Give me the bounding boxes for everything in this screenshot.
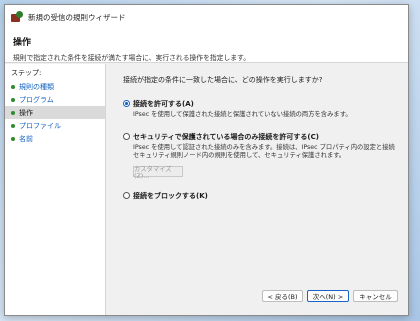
step-action[interactable]: 操作	[5, 106, 105, 119]
steps-panel: ステップ: 規則の種類 プログラム 操作 プロファイル 名前	[5, 64, 106, 315]
wizard-footer: < 戻る(B) 次へ(N) > キャンセル	[262, 290, 398, 302]
option-block-label[interactable]: 接続をブロックする(K)	[133, 191, 408, 201]
steps-label: ステップ:	[11, 69, 42, 77]
option-allow[interactable]: 接続を許可する(A) IPsec を使用して保護された接続と保護されていない接続…	[123, 99, 408, 119]
option-allow-secure-description-1: IPsec を使用して認証された接続のみを含みます。接続は、IPsec プロパテ…	[133, 144, 395, 151]
option-allow-label[interactable]: 接続を許可する(A)	[133, 99, 408, 109]
step-label: プロファイル	[19, 121, 61, 130]
back-button[interactable]: < 戻る(B)	[262, 290, 303, 302]
step-profile[interactable]: プロファイル	[5, 119, 105, 132]
page-description: 規則で指定された条件を接続が満たす場合に、実行される操作を指定します。	[13, 54, 251, 62]
option-allow-secure-description-2: セキュリティ規則ノード内の規則を使用して、セキュリティ保護されます。	[133, 152, 346, 159]
wizard-body: ステップ: 規則の種類 プログラム 操作 プロファイル 名前 接続が指定の条件に…	[5, 64, 408, 315]
radio-block[interactable]	[123, 192, 130, 199]
step-bullet-icon	[11, 136, 15, 141]
radio-allow-secure[interactable]	[123, 133, 130, 140]
step-name[interactable]: 名前	[5, 132, 105, 145]
wizard-window: 新規の受信の規則ウィザード 操作 規則で指定された条件を接続が満たす場合に、実行…	[4, 4, 409, 316]
option-allow-secure-label[interactable]: セキュリティで保護されている場合のみ接続を許可する(C)	[133, 132, 408, 142]
customize-button[interactable]: カスタマイズ(Z)...	[133, 166, 183, 180]
firewall-app-icon	[11, 11, 23, 23]
step-bullet-icon	[11, 110, 15, 115]
step-bullet-icon	[11, 97, 15, 102]
option-allow-secure[interactable]: セキュリティで保護されている場合のみ接続を許可する(C) IPsec を使用して…	[123, 132, 408, 160]
option-block[interactable]: 接続をブロックする(K)	[123, 191, 408, 201]
action-content: 接続が指定の条件に一致した場合に、どの操作を実行しますか? 接続を許可する(A)…	[106, 64, 408, 315]
wizard-header: 操作 規則で指定された条件を接続が満たす場合に、実行される操作を指定します。	[5, 29, 408, 63]
window-title: 新規の受信の規則ウィザード	[28, 12, 126, 22]
next-button[interactable]: 次へ(N) >	[307, 290, 349, 302]
option-allow-description: IPsec を使用して保護された接続と保護されていない接続の両方を含みます。	[133, 111, 352, 118]
page-title: 操作	[13, 38, 32, 48]
radio-allow[interactable]	[123, 100, 130, 107]
step-program[interactable]: プログラム	[5, 93, 105, 106]
title-bar[interactable]: 新規の受信の規則ウィザード	[5, 5, 408, 29]
cancel-button[interactable]: キャンセル	[353, 290, 398, 302]
step-bullet-icon	[11, 84, 15, 89]
step-label: 名前	[19, 134, 33, 143]
action-question: 接続が指定の条件に一致した場合に、どの操作を実行しますか?	[123, 76, 323, 84]
step-label: 規則の種類	[19, 82, 54, 91]
step-label: プログラム	[19, 95, 54, 104]
step-rule-type[interactable]: 規則の種類	[5, 80, 105, 93]
step-bullet-icon	[11, 123, 15, 128]
step-label: 操作	[19, 108, 33, 117]
